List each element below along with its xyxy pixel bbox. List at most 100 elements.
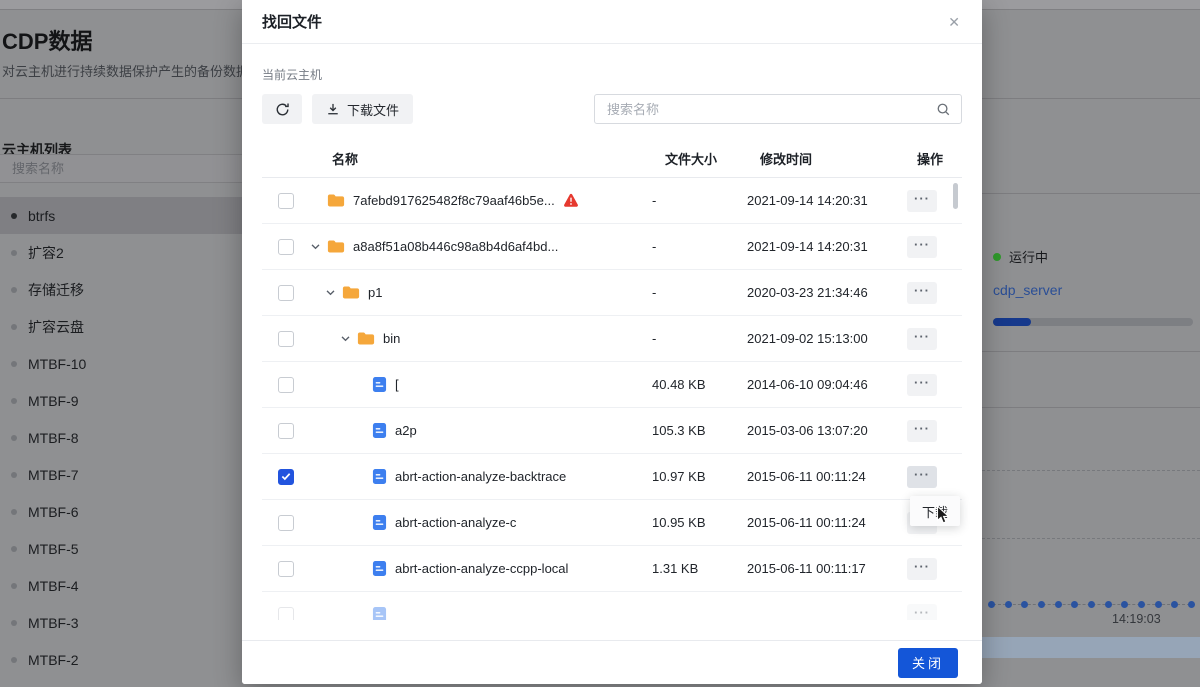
bullet-icon bbox=[11, 398, 17, 404]
timeline-dot bbox=[988, 601, 995, 608]
file-name: abrt-action-analyze-c bbox=[395, 515, 516, 530]
row-checkbox[interactable] bbox=[278, 193, 294, 209]
sidebar-item-MTBF-10[interactable]: MTBF-10 bbox=[0, 345, 242, 382]
bullet-icon bbox=[11, 324, 17, 330]
screen: CDP数据 对云主机进行持续数据保护产生的备份数据，存放 云主机列表 搜索名称 … bbox=[0, 0, 1200, 687]
sidebar-item-存储迁移[interactable]: 存储迁移 bbox=[0, 271, 242, 308]
timeline-dot bbox=[1105, 601, 1112, 608]
dialog-title: 找回文件 bbox=[262, 11, 322, 32]
close-icon[interactable]: ✕ bbox=[946, 13, 962, 31]
table-row: abrt-action-analyze-backtrace10.97 KB201… bbox=[262, 454, 962, 500]
search-icon bbox=[936, 102, 951, 117]
bullet-icon bbox=[11, 620, 17, 626]
file-size: 40.48 KB bbox=[652, 377, 747, 392]
sidebar-item-MTBF-4[interactable]: MTBF-4 bbox=[0, 567, 242, 604]
menu-item-download[interactable]: 下载 bbox=[922, 502, 948, 521]
cdp-timeline[interactable] bbox=[988, 601, 1195, 608]
vm-list: btrfs扩容2存储迁移扩容云盘 MTBF-10MTBF-9 MTBF-8 MTBF-… bbox=[0, 197, 242, 678]
row-actions-button[interactable]: ··· bbox=[907, 604, 937, 621]
bullet-icon bbox=[11, 250, 17, 256]
row-actions-button[interactable]: ··· bbox=[907, 328, 937, 350]
bullet-icon bbox=[11, 583, 17, 589]
table-row: ··· bbox=[262, 592, 962, 620]
sidebar-item-MTBF-6[interactable]: MTBF-6 bbox=[0, 493, 242, 530]
row-actions-button[interactable]: ··· bbox=[907, 420, 937, 442]
refresh-icon bbox=[275, 102, 290, 117]
chevron-down-icon[interactable] bbox=[307, 241, 323, 252]
folder-icon bbox=[357, 331, 375, 346]
file-icon bbox=[372, 606, 387, 620]
row-checkbox[interactable] bbox=[278, 515, 294, 531]
row-actions-button[interactable]: ··· bbox=[907, 282, 937, 304]
file-name: a2p bbox=[395, 423, 417, 438]
column-size: 文件大小 bbox=[652, 149, 747, 168]
sidebar-item-label: MTBF-8 bbox=[28, 430, 79, 446]
sidebar-item-label: MTBF-5 bbox=[28, 541, 79, 557]
table-row: p1-2020-03-23 21:34:46··· bbox=[262, 270, 962, 316]
file-name: abrt-action-analyze-ccpp-local bbox=[395, 561, 568, 576]
row-checkbox[interactable] bbox=[278, 561, 294, 577]
status-label: 运行中 bbox=[1009, 247, 1048, 266]
bullet-icon bbox=[11, 435, 17, 441]
sidebar-item-label: 扩容云盘 bbox=[28, 317, 84, 337]
row-checkbox[interactable] bbox=[278, 239, 294, 255]
row-checkbox[interactable] bbox=[278, 331, 294, 347]
sidebar-item-MTBF-2[interactable]: MTBF-2 bbox=[0, 641, 242, 678]
modified-time: 2021-09-14 14:20:31 bbox=[747, 193, 907, 208]
vm-search-input[interactable]: 搜索名称 bbox=[0, 154, 242, 183]
folder-icon bbox=[327, 193, 345, 208]
bullet-icon bbox=[11, 287, 17, 293]
sidebar-item-扩容2[interactable]: 扩容2 bbox=[0, 234, 242, 271]
download-icon bbox=[326, 102, 340, 116]
sidebar-item-MTBF-9[interactable]: MTBF-9 bbox=[0, 382, 242, 419]
file-size: 10.95 KB bbox=[652, 515, 747, 530]
chart-gridline bbox=[982, 470, 1200, 471]
row-checkbox[interactable] bbox=[278, 607, 294, 621]
timeline-dot bbox=[1038, 601, 1045, 608]
file-search-input[interactable] bbox=[605, 101, 928, 118]
toolbar: 下载文件 bbox=[262, 94, 962, 124]
chevron-down-icon[interactable] bbox=[337, 333, 353, 344]
timeline-brush-bar[interactable] bbox=[960, 637, 1200, 658]
table-scrollbar-thumb[interactable] bbox=[953, 183, 958, 209]
close-button[interactable]: 关闭 bbox=[898, 648, 958, 678]
row-checkbox[interactable] bbox=[278, 377, 294, 393]
bullet-icon bbox=[11, 361, 17, 367]
row-actions-button[interactable]: ··· bbox=[907, 558, 937, 580]
modified-time: 2015-03-06 13:07:20 bbox=[747, 423, 907, 438]
row-checkbox[interactable] bbox=[278, 469, 294, 485]
dialog-footer: 关闭 bbox=[242, 640, 982, 684]
row-checkbox[interactable] bbox=[278, 423, 294, 439]
file-icon bbox=[372, 514, 387, 531]
file-name: abrt-action-analyze-backtrace bbox=[395, 469, 566, 484]
table-row: [40.48 KB2014-06-10 09:04:46··· bbox=[262, 362, 962, 408]
row-actions-button[interactable]: ··· bbox=[907, 374, 937, 396]
sidebar-item-MTBF-5[interactable]: MTBF-5 bbox=[0, 530, 242, 567]
sidebar-item-扩容云盘[interactable]: 扩容云盘 bbox=[0, 308, 242, 345]
recover-files-dialog: 找回文件 ✕ 当前云主机 下载文件 bbox=[242, 0, 982, 684]
row-checkbox[interactable] bbox=[278, 285, 294, 301]
modified-time: 2015-06-11 00:11:24 bbox=[747, 469, 907, 484]
table-row: bin-2021-09-02 15:13:00··· bbox=[262, 316, 962, 362]
row-actions-button[interactable]: ··· bbox=[907, 236, 937, 258]
download-files-button[interactable]: 下载文件 bbox=[312, 94, 413, 124]
detail-divider bbox=[982, 407, 1200, 408]
modified-time: 2021-09-02 15:13:00 bbox=[747, 331, 907, 346]
column-name: 名称 bbox=[298, 149, 652, 168]
file-icon bbox=[372, 376, 387, 393]
chart-gridline bbox=[982, 538, 1200, 539]
timeline-dot bbox=[1005, 601, 1012, 608]
refresh-button[interactable] bbox=[262, 94, 302, 124]
file-size: - bbox=[652, 193, 747, 208]
timeline-dot bbox=[1121, 601, 1128, 608]
file-size: 1.31 KB bbox=[652, 561, 747, 576]
chevron-down-icon[interactable] bbox=[322, 287, 338, 298]
row-actions-button[interactable]: ··· bbox=[907, 466, 937, 488]
vm-link[interactable]: cdp_server bbox=[993, 282, 1062, 298]
sidebar-item-MTBF-7[interactable]: MTBF-7 bbox=[0, 456, 242, 493]
bullet-icon bbox=[11, 546, 17, 552]
sidebar-item-MTBF-8[interactable]: MTBF-8 bbox=[0, 419, 242, 456]
sidebar-item-MTBF-3[interactable]: MTBF-3 bbox=[0, 604, 242, 641]
row-actions-button[interactable]: ··· bbox=[907, 190, 937, 212]
sidebar-item-btrfs[interactable]: btrfs bbox=[0, 197, 242, 234]
